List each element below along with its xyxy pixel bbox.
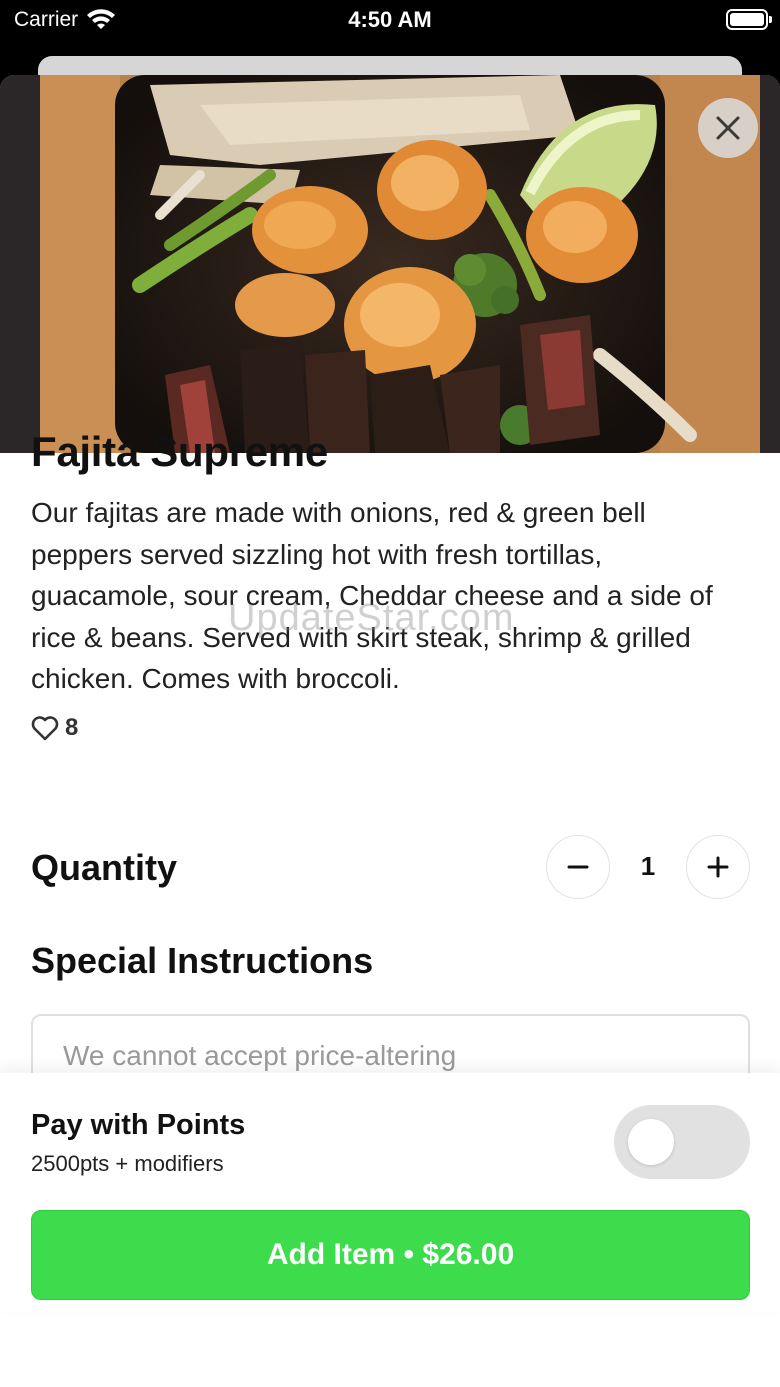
add-item-button[interactable]: Add Item • $26.00 [31, 1210, 750, 1300]
quantity-stepper: Quantity 1 [31, 835, 750, 899]
close-icon [716, 116, 740, 140]
close-button[interactable] [698, 98, 758, 158]
item-title: Fajita Supreme [31, 428, 328, 475]
clock: 4:50 AM [348, 7, 432, 32]
increase-quantity-button[interactable] [686, 835, 750, 899]
points-cost: 2500pts + modifiers [31, 1151, 224, 1176]
likes-count: 8 [65, 713, 79, 741]
favorite-button[interactable]: 8 [31, 714, 751, 742]
food-image [0, 75, 780, 453]
pay-with-points-toggle[interactable] [614, 1105, 750, 1179]
checkout-panel: Pay with Points 2500pts + modifiers Add … [0, 1073, 780, 1312]
plus-icon [707, 856, 729, 878]
battery-icon [726, 9, 772, 30]
quantity-value: 1 [640, 851, 656, 881]
item-description: Our fajitas are made with onions, red & … [31, 497, 713, 694]
heart-icon [31, 715, 59, 740]
quantity-label: Quantity [31, 847, 178, 888]
item-info: Fajita Supreme Our fajitas are made with… [31, 428, 751, 742]
status-bar: Carrier 4:50 AM [0, 0, 780, 40]
pay-with-points-label: Pay with Points [31, 1109, 246, 1141]
toggle-knob [628, 1119, 674, 1165]
minus-icon [567, 865, 589, 869]
decrease-quantity-button[interactable] [546, 835, 610, 899]
watermark: UpdateStar.com [228, 597, 515, 639]
special-instructions-label: Special Instructions [31, 940, 374, 981]
